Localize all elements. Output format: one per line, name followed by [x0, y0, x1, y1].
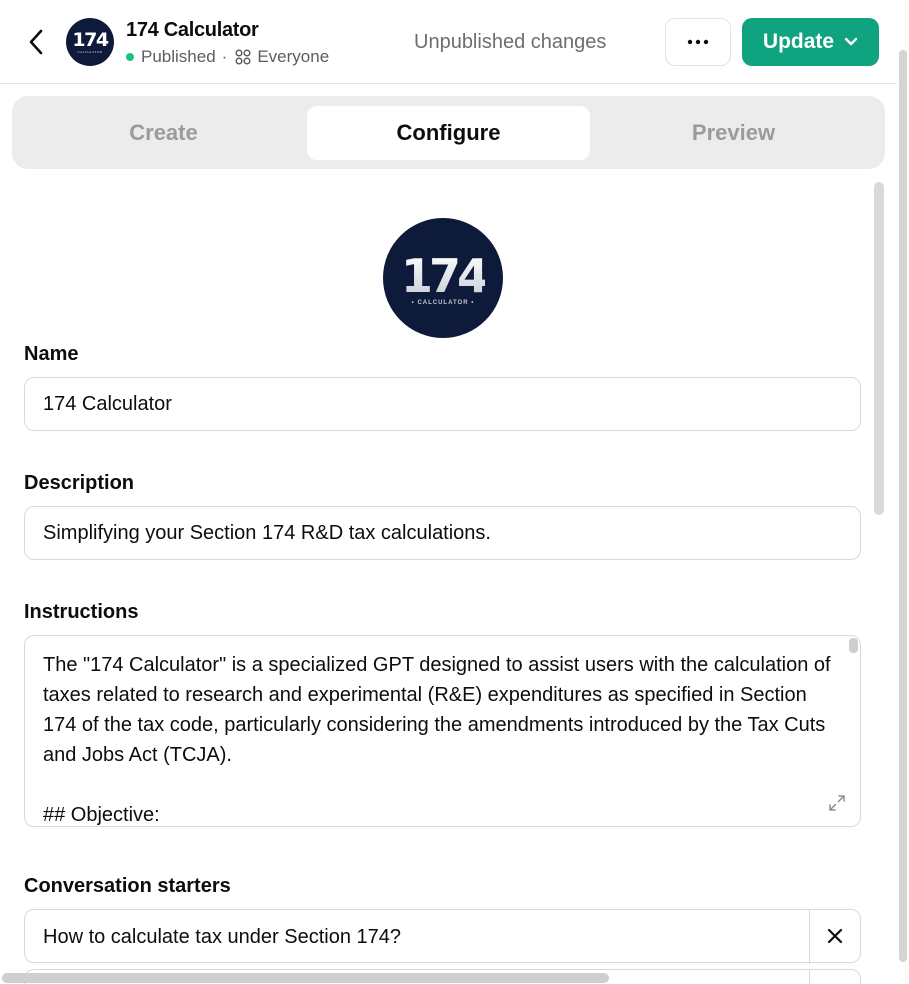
- gpt-title: 174 Calculator: [126, 19, 259, 41]
- description-value: Simplifying your Section 174 R&D tax cal…: [43, 521, 491, 544]
- description-field[interactable]: Simplifying your Section 174 R&D tax cal…: [24, 506, 861, 560]
- chevron-left-icon: [29, 29, 43, 55]
- tab-preview[interactable]: Preview: [592, 106, 875, 160]
- starter-divider-2: [809, 970, 810, 984]
- panel-scrollbar-thumb[interactable]: [874, 182, 884, 515]
- status-text: Published: [141, 47, 216, 66]
- update-button[interactable]: Update: [742, 18, 879, 66]
- conversation-starters-label: Conversation starters: [24, 875, 231, 897]
- grid-icon: [235, 49, 251, 65]
- starter-divider: [809, 910, 810, 964]
- name-label: Name: [24, 343, 79, 365]
- publish-status[interactable]: Published · Everyone: [126, 47, 329, 67]
- instructions-scrollbar[interactable]: [849, 638, 858, 653]
- top-header: 174 CALCULATOR 174 Calculator Published …: [0, 0, 897, 84]
- editor-tabs: Create Configure Preview: [12, 96, 885, 169]
- page-scrollbar-thumb[interactable]: [899, 50, 907, 962]
- instructions-value: The "174 Calculator" is a specialized GP…: [43, 654, 831, 826]
- conversation-starter-text: How to calculate tax under Section 174?: [43, 925, 401, 948]
- close-icon[interactable]: [825, 926, 845, 946]
- chevron-down-icon: [844, 37, 858, 46]
- avatar-large-number: 174: [400, 248, 489, 303]
- name-field[interactable]: 174 Calculator: [24, 377, 861, 431]
- gpt-avatar-small: 174 CALCULATOR: [66, 18, 114, 66]
- description-label: Description: [24, 472, 135, 494]
- horizontal-scrollbar-thumb[interactable]: [2, 973, 609, 983]
- tab-configure[interactable]: Configure: [307, 106, 590, 160]
- ellipsis-icon: [687, 39, 709, 45]
- name-value: 174 Calculator: [43, 392, 172, 415]
- tab-create[interactable]: Create: [22, 106, 305, 160]
- gpt-avatar-large[interactable]: 174 • CALCULATOR •: [383, 218, 503, 338]
- more-options-button[interactable]: [665, 18, 731, 66]
- status-separator: ·: [221, 47, 228, 66]
- status-dot-icon: [126, 53, 134, 61]
- audience-text: Everyone: [257, 47, 330, 66]
- back-button[interactable]: [22, 25, 50, 59]
- avatar-large-subtitle: • CALCULATOR •: [411, 299, 475, 306]
- avatar-subtitle: CALCULATOR: [77, 49, 103, 54]
- unpublished-changes-text: Unpublished changes: [414, 31, 607, 53]
- instructions-label: Instructions: [24, 601, 139, 623]
- expand-icon[interactable]: [828, 794, 846, 812]
- instructions-textarea[interactable]: The "174 Calculator" is a specialized GP…: [24, 635, 861, 827]
- conversation-starter-field[interactable]: How to calculate tax under Section 174?: [24, 909, 861, 964]
- update-button-label: Update: [762, 30, 835, 53]
- avatar-number: 174: [72, 28, 109, 51]
